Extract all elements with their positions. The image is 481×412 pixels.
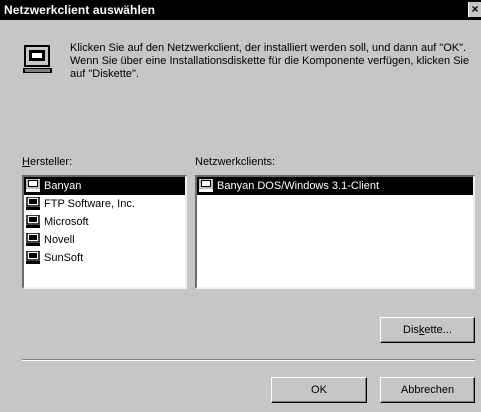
list-item[interactable]: SunSoft bbox=[24, 249, 185, 267]
list-item[interactable]: FTP Software, Inc. bbox=[24, 195, 185, 213]
ok-button[interactable]: OK bbox=[271, 377, 367, 403]
list-item-label: Banyan DOS/Windows 3.1-Client bbox=[217, 180, 380, 192]
list-item[interactable]: Microsoft bbox=[24, 213, 185, 231]
computer-icon bbox=[26, 250, 41, 265]
window-title: Netzwerkclient auswählen bbox=[4, 3, 156, 17]
cancel-button[interactable]: Abbrechen bbox=[380, 377, 475, 403]
dialog-window: Netzwerkclient auswählen × Klicken Sie a… bbox=[0, 0, 481, 412]
computer-icon bbox=[26, 196, 41, 211]
computer-icon bbox=[26, 178, 41, 193]
network-clients-list[interactable]: Banyan DOS/Windows 3.1-Client bbox=[195, 175, 475, 289]
close-button[interactable]: × bbox=[468, 2, 481, 17]
list-item-label: Banyan bbox=[44, 180, 82, 192]
list-item-label: Microsoft bbox=[44, 216, 89, 228]
disk-button[interactable]: Diskette... bbox=[380, 317, 475, 343]
computer-icon bbox=[26, 232, 41, 247]
list-item[interactable]: Novell bbox=[24, 231, 185, 249]
computer-icon bbox=[26, 214, 41, 229]
manufacturers-list[interactable]: Banyan FTP Software, Inc. Microsoft Novell S… bbox=[22, 175, 187, 289]
separator bbox=[22, 359, 475, 361]
network-client-icon bbox=[23, 45, 52, 73]
instruction-text: Klicken Sie auf den Netzwerkclient, der … bbox=[70, 42, 470, 80]
list-item-label: Novell bbox=[44, 234, 75, 246]
manufacturers-label: Hersteller: bbox=[22, 156, 73, 168]
list-item-label: FTP Software, Inc. bbox=[44, 198, 135, 210]
network-clients-label: Netzwerkclients: bbox=[195, 156, 276, 168]
list-item[interactable]: Banyan bbox=[24, 177, 185, 195]
list-item-label: SunSoft bbox=[44, 252, 84, 264]
computer-icon bbox=[199, 178, 214, 193]
title-bar[interactable]: Netzwerkclient auswählen × bbox=[0, 0, 481, 20]
list-item[interactable]: Banyan DOS/Windows 3.1-Client bbox=[197, 177, 473, 195]
